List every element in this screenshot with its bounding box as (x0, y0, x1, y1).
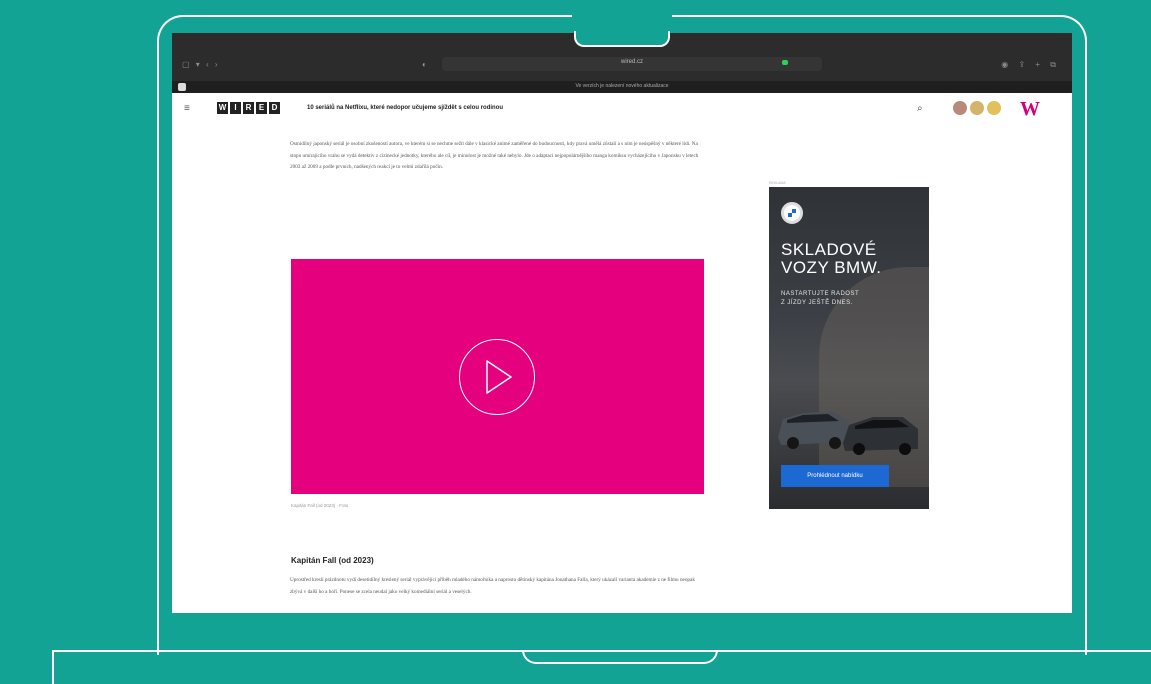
notice-text: Ve verzích je nalezení nového aktualizac… (575, 83, 669, 89)
section-title: Kapitán Fall (od 2023) (291, 556, 374, 565)
ad-label: REKLAMA (769, 181, 786, 185)
camera-notch (574, 31, 670, 47)
ad-subtitle-line: NASTARTUJTE RADOST (781, 291, 860, 297)
logo-letter: I (230, 102, 241, 114)
ad-title: SKLADOVÉ VOZY BMW. (781, 241, 882, 277)
url-text: wired.cz (620, 59, 643, 65)
play-icon[interactable] (459, 339, 535, 415)
sidebar-toggle-icon[interactable]: ▢ ▾ ‹ › (182, 60, 220, 69)
camera-notch-fill (572, 15, 672, 32)
ad-subtitle-line: Z JÍZDY JEŠTĚ DNES. (781, 300, 853, 306)
brand-mark-icon[interactable]: W (1020, 98, 1040, 121)
shield-icon[interactable]: ◐ (422, 60, 427, 69)
bmw-logo-icon (781, 202, 803, 224)
menu-icon[interactable]: ≡ (184, 104, 194, 114)
bmw-ad-banner[interactable]: SKLADOVÉ VOZY BMW. NASTARTUJTE RADOST Z … (769, 187, 929, 509)
avatar[interactable] (970, 101, 984, 115)
site-header: ≡ W I R E D 10 seriálů na Netflixu, kter… (172, 93, 1072, 125)
social-icons[interactable] (953, 101, 1001, 115)
ad-cta-button[interactable]: Prohlédnout nabídku (781, 465, 889, 487)
ad-title-line: VOZY BMW. (781, 258, 882, 277)
ad-subtitle: NASTARTUJTE RADOST Z JÍZDY JEŠTĚ DNES. (781, 290, 859, 308)
header-headline[interactable]: 10 seriálů na Netflixu, které nedopor uč… (307, 105, 503, 111)
site-logo[interactable]: W I R E D (217, 102, 280, 114)
laptop-notch (522, 650, 718, 664)
logo-letter: W (217, 102, 228, 114)
logo-letter: D (269, 102, 280, 114)
extension-icon[interactable] (782, 60, 788, 65)
avatar[interactable] (953, 101, 967, 115)
browser-notice-bar: Ve verzích je nalezení nového aktualizac… (172, 81, 1072, 93)
browser-screen: ▢ ▾ ‹ › ◐ wired.cz ◉ ⇪ + ⧉ Ve verzích je… (172, 33, 1072, 613)
toolbar-actions[interactable]: ◉ ⇪ + ⧉ (1001, 60, 1060, 70)
article-intro: Osmidílný japonský seriál je osobní zkuš… (290, 141, 699, 170)
video-caption: Kapitán Fall (od 2023) · Foto (291, 503, 349, 508)
logo-letter: R (243, 102, 254, 114)
article-body: Uprostřed kreslí prázdnotu vydí desetidí… (290, 577, 695, 595)
logo-letter: E (256, 102, 267, 114)
video-player[interactable] (291, 259, 704, 494)
address-bar[interactable]: wired.cz (442, 57, 822, 71)
ad-title-line: SKLADOVÉ (781, 240, 877, 259)
search-icon[interactable]: ⌕ (917, 103, 923, 114)
avatar[interactable] (987, 101, 1001, 115)
car-image (778, 411, 918, 455)
